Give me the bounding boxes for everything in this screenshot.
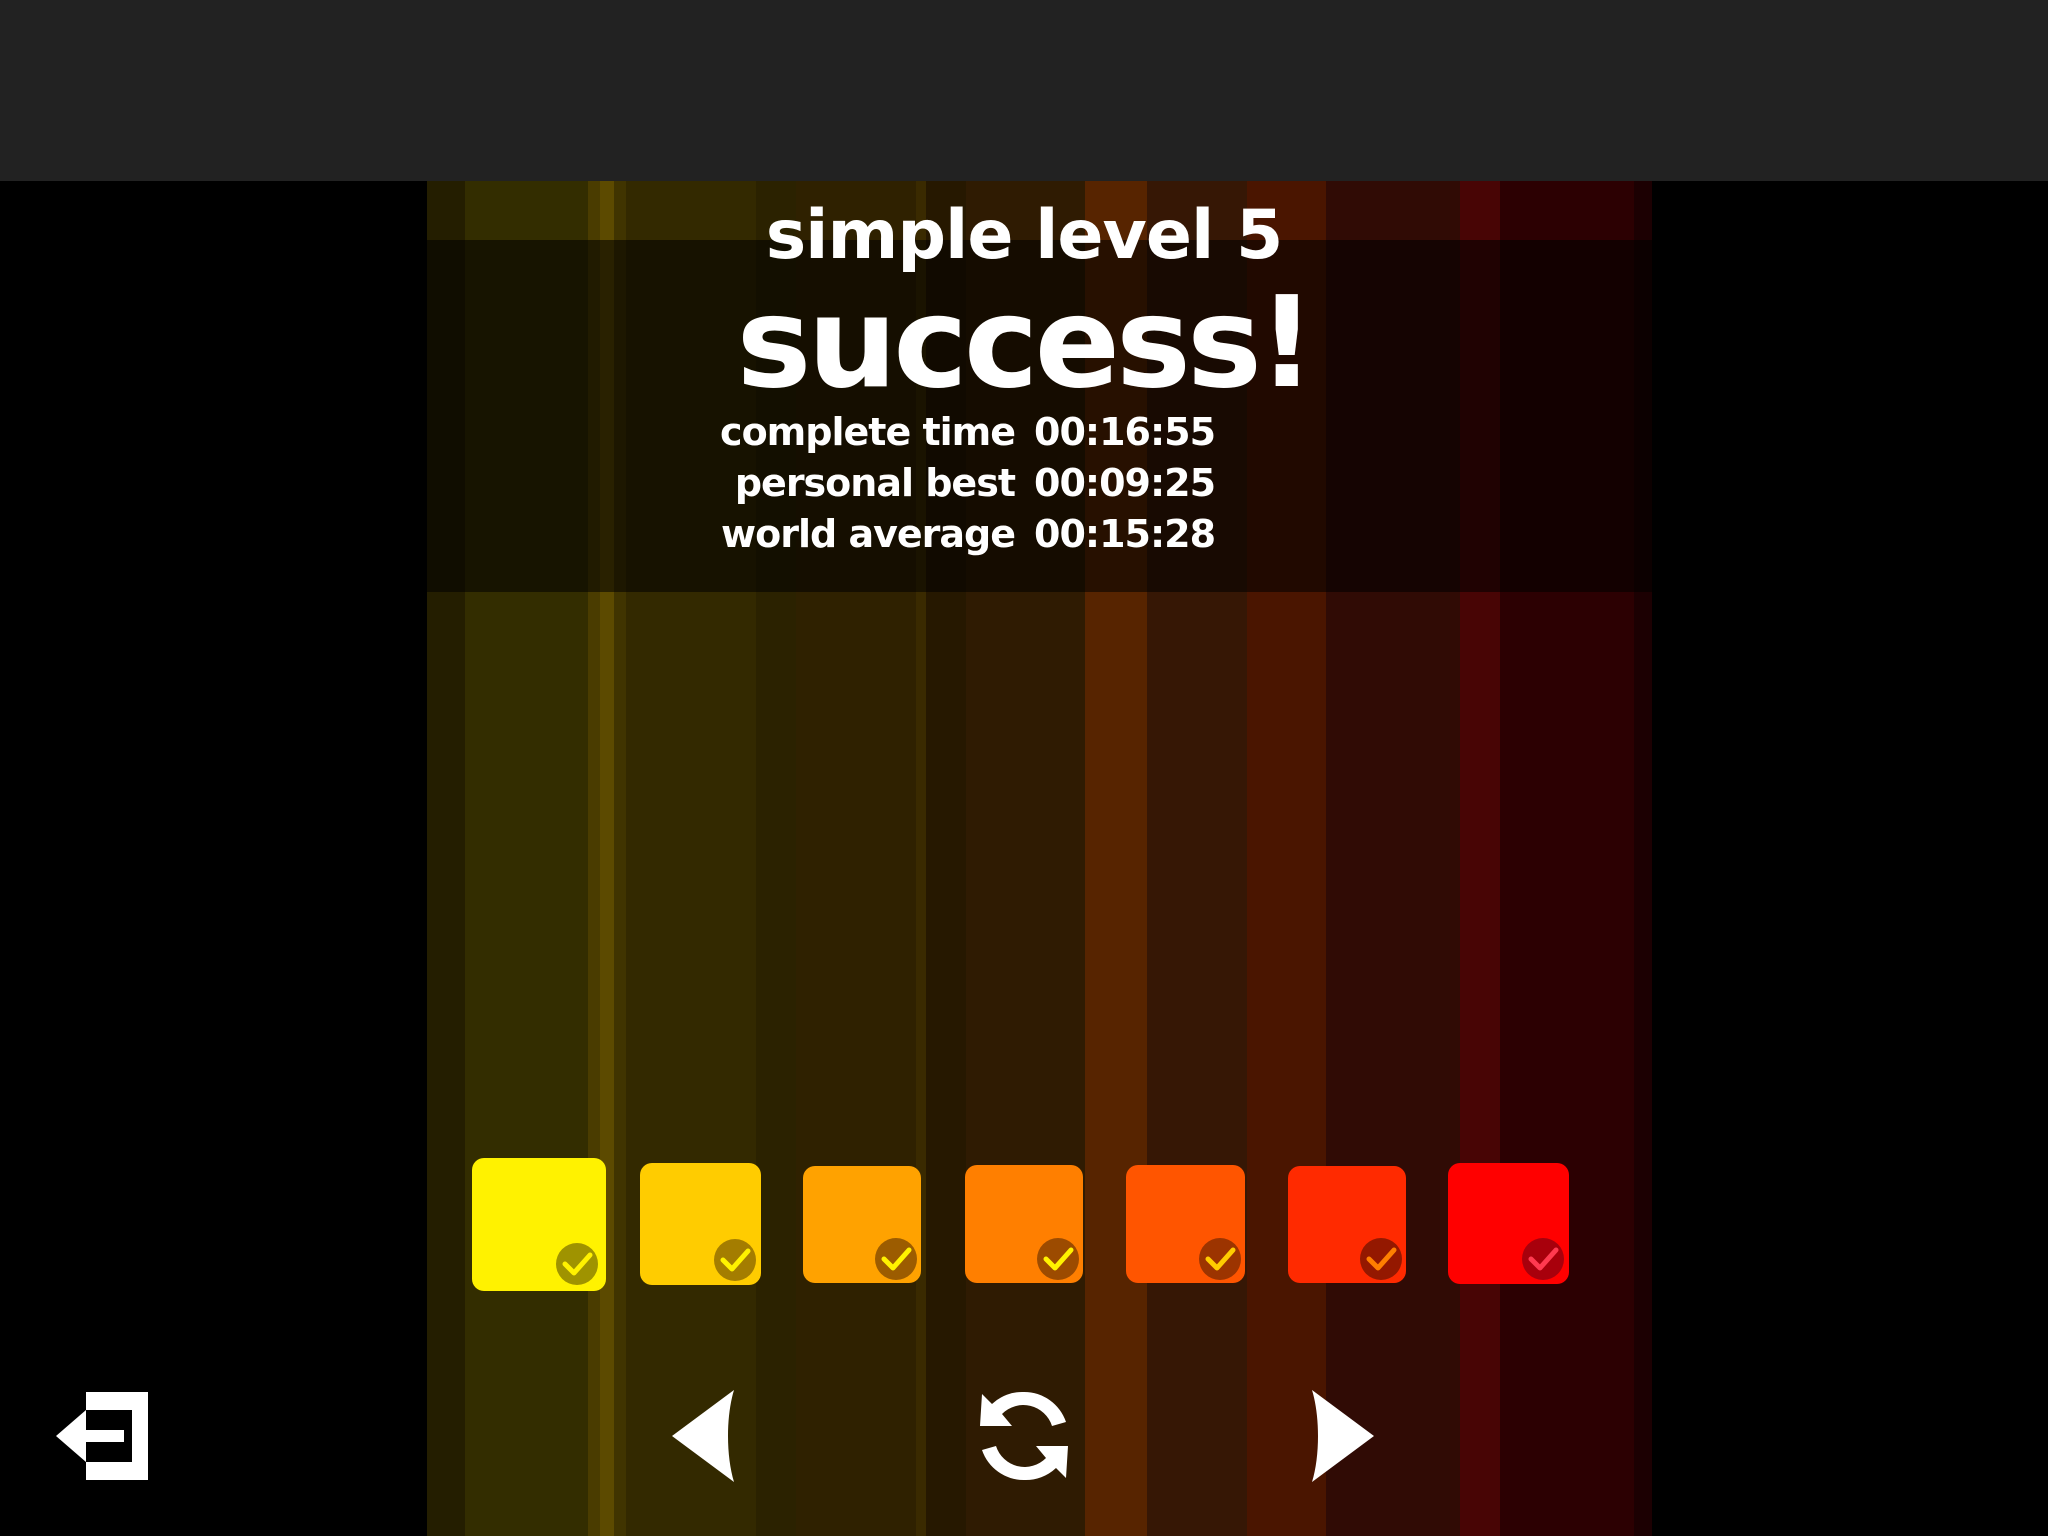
stat-value: 00:09:25 <box>1034 461 1216 505</box>
previous-arrow-icon <box>672 1390 734 1482</box>
result-heading: success! <box>736 269 1316 416</box>
exit-icon <box>56 1392 148 1480</box>
level-tile-2[interactable] <box>640 1163 761 1285</box>
checkmark-icon <box>875 1238 917 1280</box>
stat-label: world average <box>721 512 1016 556</box>
previous-level-button[interactable] <box>668 1386 738 1486</box>
next-arrow-icon <box>1312 1390 1374 1482</box>
top-bar <box>0 0 2048 181</box>
restart-button[interactable] <box>974 1386 1074 1486</box>
level-tile-3[interactable] <box>803 1166 921 1283</box>
level-tile-7[interactable] <box>1448 1163 1569 1284</box>
exit-button[interactable] <box>52 1386 156 1486</box>
stat-label: complete time <box>720 410 1016 454</box>
checkmark-icon <box>1199 1238 1241 1280</box>
stat-complete-time: complete time 00:16:55 <box>0 407 2048 457</box>
checkmark-icon <box>1522 1238 1564 1280</box>
stat-personal-best: personal best 00:09:25 <box>0 458 2048 508</box>
checkmark-icon <box>556 1243 598 1285</box>
level-tile-6[interactable] <box>1288 1166 1406 1283</box>
restart-icon <box>980 1391 1068 1481</box>
checkmark-icon <box>714 1239 756 1281</box>
stat-value: 00:16:55 <box>1034 410 1216 454</box>
stat-label: personal best <box>734 461 1016 505</box>
stat-world-average: world average 00:15:28 <box>0 509 2048 559</box>
checkmark-icon <box>1360 1238 1402 1280</box>
stat-value: 00:15:28 <box>1034 512 1216 556</box>
level-tile-1[interactable] <box>472 1158 606 1291</box>
level-title: simple level 5 <box>765 196 1284 275</box>
level-tile-4[interactable] <box>965 1165 1083 1283</box>
checkmark-icon <box>1037 1238 1079 1280</box>
next-level-button[interactable] <box>1308 1386 1378 1486</box>
level-tile-5[interactable] <box>1126 1165 1245 1283</box>
